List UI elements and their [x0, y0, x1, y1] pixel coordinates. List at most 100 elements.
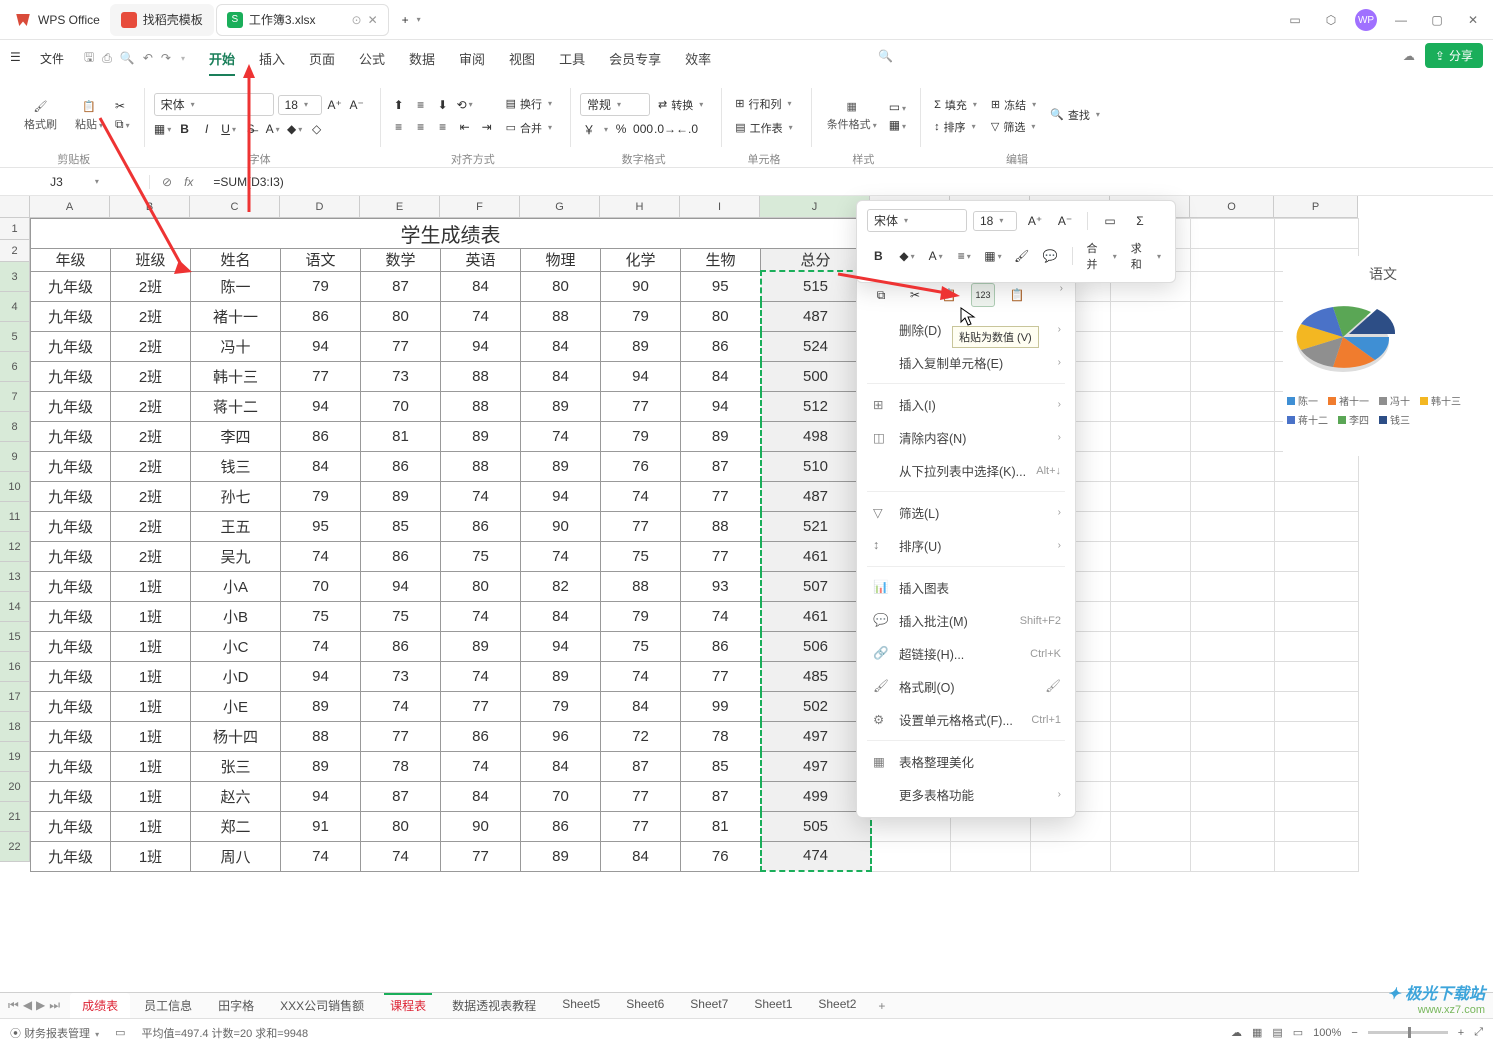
cloud-sync-icon[interactable]: ☁	[1403, 49, 1415, 63]
cell-r16-c1[interactable]: 1班	[111, 661, 191, 691]
cell-r15-c3[interactable]: 74	[281, 631, 361, 661]
row-header-5[interactable]: 5	[0, 322, 30, 352]
cell-r19-c4[interactable]: 78	[361, 751, 441, 781]
cell-r14-c9[interactable]: 461	[761, 601, 871, 631]
cell-r21-c7[interactable]: 77	[601, 811, 681, 841]
cell-r18-c1[interactable]: 1班	[111, 721, 191, 751]
cell-r6-c9[interactable]: 500	[761, 361, 871, 391]
cell-r10-c4[interactable]: 89	[361, 481, 441, 511]
cell-r11-c4[interactable]: 85	[361, 511, 441, 541]
cell-r20-c1[interactable]: 1班	[111, 781, 191, 811]
cell-r21-c0[interactable]: 九年级	[31, 811, 111, 841]
cm-item-排序(U)[interactable]: ↕排序(U)›	[857, 529, 1075, 562]
sheet-tab-XXX公司销售额[interactable]: XXX公司销售额	[268, 993, 376, 1018]
cell-r11-c9[interactable]: 521	[761, 511, 871, 541]
col-header-O[interactable]: O	[1190, 196, 1274, 218]
cell-r22-c7[interactable]: 84	[601, 841, 681, 871]
cell-r20-c8[interactable]: 87	[681, 781, 761, 811]
cell-r21-c1[interactable]: 1班	[111, 811, 191, 841]
cut-icon[interactable]: ✂	[115, 99, 130, 113]
cell-r5-c3[interactable]: 94	[281, 331, 361, 361]
document-tab[interactable]: S 工作簿3.xlsx ⊙ ✕	[216, 4, 389, 36]
cell-r17-c2[interactable]: 小E	[191, 691, 281, 721]
menu-tab-工具[interactable]: 工具	[559, 43, 585, 74]
cell-r16-c8[interactable]: 77	[681, 661, 761, 691]
cell-r15-c0[interactable]: 九年级	[31, 631, 111, 661]
row-col-button[interactable]: ⊞ 行和列▾	[731, 94, 796, 114]
cell-r21-c5[interactable]: 90	[441, 811, 521, 841]
cell-r17-c6[interactable]: 79	[521, 691, 601, 721]
template-tab[interactable]: 找稻壳模板	[110, 4, 214, 36]
cell-r22-c8[interactable]: 76	[681, 841, 761, 871]
sheet-tab-Sheet7[interactable]: Sheet7	[678, 993, 740, 1018]
cell-r14-c7[interactable]: 79	[601, 601, 681, 631]
row-header-14[interactable]: 14	[0, 592, 30, 622]
mini-merge-button[interactable]: 合并▾	[1083, 238, 1121, 274]
sheet-tab-Sheet6[interactable]: Sheet6	[614, 993, 676, 1018]
cell-r14-c3[interactable]: 75	[281, 601, 361, 631]
orientation-icon[interactable]: ⟲▾	[456, 96, 474, 114]
cell-r7-c4[interactable]: 70	[361, 391, 441, 421]
cell-r7-c3[interactable]: 94	[281, 391, 361, 421]
cell-r9-c3[interactable]: 84	[281, 451, 361, 481]
number-format-select[interactable]: 常规▾	[580, 93, 650, 116]
cell-r21-c4[interactable]: 80	[361, 811, 441, 841]
tab-menu-icon[interactable]: ⊙	[352, 13, 362, 27]
view-cloud-icon[interactable]: ☁	[1231, 1026, 1242, 1039]
user-avatar[interactable]: WP	[1355, 9, 1377, 31]
cell-r4-c8[interactable]: 80	[681, 301, 761, 331]
zoom-slider[interactable]	[1368, 1031, 1448, 1034]
cm-item-格式刷(O)[interactable]: 🖌格式刷(O)🖌	[857, 670, 1075, 703]
cell-r3-c7[interactable]: 90	[601, 271, 681, 301]
mini-format-painter-icon[interactable]: 🖌	[1010, 245, 1033, 267]
col-header-H[interactable]: H	[600, 196, 680, 218]
cell-r12-c5[interactable]: 75	[441, 541, 521, 571]
cell-r5-c5[interactable]: 94	[441, 331, 521, 361]
cell-r14-c2[interactable]: 小B	[191, 601, 281, 631]
cell-r17-c5[interactable]: 77	[441, 691, 521, 721]
cell-r8-c7[interactable]: 79	[601, 421, 681, 451]
row-header-13[interactable]: 13	[0, 562, 30, 592]
row-header-16[interactable]: 16	[0, 652, 30, 682]
panel-icon[interactable]: ▭	[1283, 8, 1307, 32]
row-header-3[interactable]: 3	[0, 262, 30, 292]
cell-r10-c8[interactable]: 77	[681, 481, 761, 511]
cell-r20-c7[interactable]: 77	[601, 781, 681, 811]
find-button[interactable]: 🔍 查找▾	[1046, 105, 1104, 125]
cell-r19-c5[interactable]: 74	[441, 751, 521, 781]
cell-r3-c2[interactable]: 陈一	[191, 271, 281, 301]
menu-tab-数据[interactable]: 数据	[409, 43, 435, 74]
mini-comment-icon[interactable]: 💬	[1039, 245, 1062, 267]
mini-sum-button[interactable]: 求和▾	[1127, 238, 1165, 274]
cell-r10-c9[interactable]: 487	[761, 481, 871, 511]
cm-item-清除内容(N)[interactable]: ◫清除内容(N)›	[857, 421, 1075, 454]
cell-r21-c8[interactable]: 81	[681, 811, 761, 841]
formula-input[interactable]: =SUM(D3:I3)	[205, 175, 1493, 189]
cell-r7-c6[interactable]: 89	[521, 391, 601, 421]
cell-r22-c5[interactable]: 77	[441, 841, 521, 871]
col-header-F[interactable]: F	[440, 196, 520, 218]
cell-r20-c3[interactable]: 94	[281, 781, 361, 811]
cell-r14-c6[interactable]: 84	[521, 601, 601, 631]
freeze-button[interactable]: ⊞ 冻结▾	[987, 95, 1040, 115]
close-button[interactable]: ✕	[1461, 8, 1485, 32]
undo-icon[interactable]: ↶	[143, 51, 153, 65]
cell-r15-c1[interactable]: 1班	[111, 631, 191, 661]
cell-r5-c6[interactable]: 84	[521, 331, 601, 361]
cell-r13-c6[interactable]: 82	[521, 571, 601, 601]
cell-r5-c7[interactable]: 89	[601, 331, 681, 361]
cm-paste-value-icon[interactable]: 123	[971, 283, 995, 307]
cell-r12-c0[interactable]: 九年级	[31, 541, 111, 571]
cell-r10-c5[interactable]: 74	[441, 481, 521, 511]
cell-r19-c6[interactable]: 84	[521, 751, 601, 781]
cell-r21-c2[interactable]: 郑二	[191, 811, 281, 841]
view-normal-icon[interactable]: ▦	[1252, 1026, 1262, 1039]
filter-button[interactable]: ▽ 筛选▾	[987, 117, 1040, 137]
cell-r8-c2[interactable]: 李四	[191, 421, 281, 451]
header-5[interactable]: 英语	[441, 249, 521, 272]
cell-r10-c0[interactable]: 九年级	[31, 481, 111, 511]
cell-r22-c3[interactable]: 74	[281, 841, 361, 871]
sheet-tab-成绩表[interactable]: 成绩表	[70, 993, 130, 1018]
menu-tab-视图[interactable]: 视图	[509, 43, 535, 74]
cell-r17-c0[interactable]: 九年级	[31, 691, 111, 721]
